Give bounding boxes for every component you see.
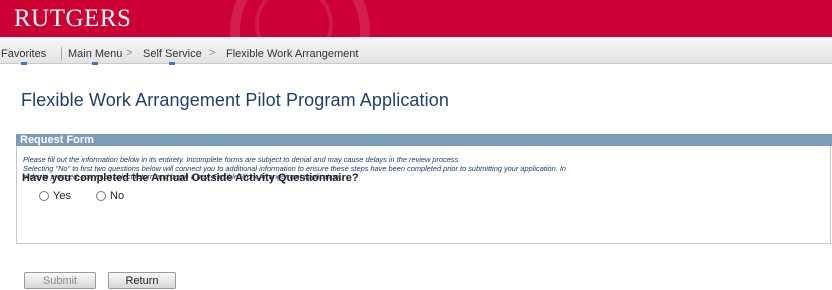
- breadcrumb-separator-icon: >: [209, 47, 216, 59]
- section-header: Request Form: [16, 134, 832, 146]
- page-title: Flexible Work Arrangement Pilot Program …: [21, 90, 449, 110]
- dropdown-indicator-icon: [20, 62, 27, 65]
- radio-no[interactable]: No: [96, 190, 124, 202]
- header-banner: RUTGERS: [0, 0, 832, 37]
- radio-no-label: No: [110, 190, 125, 202]
- nav-main-menu[interactable]: Main Menu: [68, 48, 122, 65]
- radio-yes-label: Yes: [53, 190, 71, 202]
- request-form-box: Please fill out the information below in…: [16, 146, 831, 244]
- dropdown-indicator-icon: [92, 62, 99, 65]
- rutgers-logo[interactable]: RUTGERS: [14, 6, 131, 32]
- radio-button-icon[interactable]: [96, 191, 106, 201]
- question-label: Have you completed the Annual Outside Ac…: [22, 172, 359, 184]
- nav-self-service[interactable]: Self Service: [143, 48, 202, 65]
- breadcrumb-separator-icon: >: [126, 47, 133, 59]
- return-button[interactable]: Return: [108, 272, 176, 289]
- dropdown-indicator-icon: [169, 62, 176, 65]
- radio-yes[interactable]: Yes: [39, 190, 71, 202]
- nav-favorites[interactable]: Favorites: [1, 48, 46, 65]
- navigation-bar: Favorites Main Menu > Self Service > Fle…: [0, 37, 832, 65]
- nav-divider: [61, 47, 62, 60]
- radio-button-icon[interactable]: [39, 191, 49, 201]
- submit-button[interactable]: Submit: [24, 272, 96, 289]
- seal-watermark-inner: [255, 0, 333, 37]
- nav-flexible-work-arrangement[interactable]: Flexible Work Arrangement: [226, 48, 358, 60]
